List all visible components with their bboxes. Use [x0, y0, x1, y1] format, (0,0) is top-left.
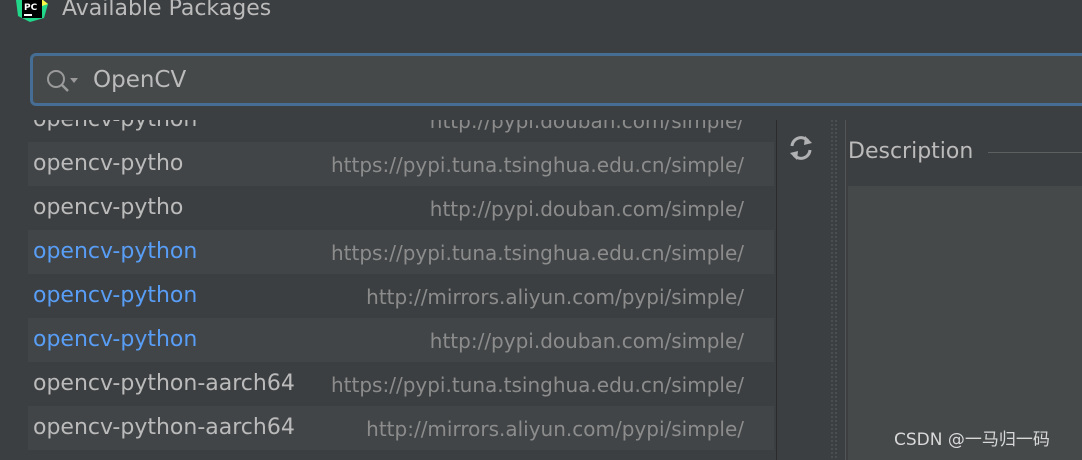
package-row[interactable]: opencv-pytho https://pypi.tuna.tsinghua.e…: [28, 142, 774, 186]
search-box[interactable]: [30, 53, 1082, 106]
package-repository: http://pypi.douban.com/simple/: [429, 197, 744, 221]
description-area: [848, 186, 1082, 460]
package-name: opencv-pytho: [33, 195, 184, 220]
package-row[interactable]: opencv-pytho http://pypi.douban.com/simpl…: [28, 186, 774, 230]
package-repository: http://pypi.douban.com/simple/: [429, 120, 744, 133]
package-row[interactable]: opencv-python http://mirrors.aliyun.com/p…: [28, 274, 774, 318]
package-row[interactable]: opencv-python http://pypi.douban.com/simp…: [28, 120, 774, 142]
package-name: opencv-python: [33, 283, 198, 308]
list-toolbar: [776, 120, 825, 460]
app-icon-text: PC: [24, 3, 38, 13]
pycharm-app-icon: PC: [16, 0, 48, 22]
package-name: opencv-python: [33, 327, 198, 352]
package-row[interactable]: opencv-python-aarch64 https://pypi.tuna.t…: [28, 362, 774, 406]
refresh-icon[interactable]: [787, 134, 815, 162]
package-row[interactable]: opencv-python-aarch64 http://mirrors.aliy…: [28, 406, 774, 450]
package-name: opencv-python: [33, 239, 198, 264]
package-name: opencv-python-aarch64: [33, 371, 295, 396]
package-repository: http://mirrors.aliyun.com/pypi/simple/: [366, 285, 744, 309]
search-input[interactable]: [93, 64, 1073, 96]
package-list[interactable]: opencv-python http://pypi.douban.com/simp…: [28, 120, 774, 460]
description-separator: [988, 152, 1082, 153]
package-name: opencv-pytho: [33, 151, 184, 176]
splitter-handle[interactable]: [829, 120, 841, 460]
package-name: opencv-python-aarch64: [33, 415, 295, 440]
window-title: Available Packages: [62, 0, 272, 21]
package-repository: https://pypi.tuna.tsinghua.edu.cn/simple…: [331, 373, 744, 397]
package-repository: http://mirrors.aliyun.com/pypi/simple/: [366, 417, 744, 441]
description-label: Description: [848, 139, 974, 164]
package-repository: http://pypi.douban.com/simple/: [429, 329, 744, 353]
details-panel: Description: [845, 120, 1082, 460]
package-name: opencv-python: [33, 120, 197, 134]
package-repository: https://pypi.tuna.tsinghua.edu.cn/simple…: [331, 153, 744, 177]
package-repository: https://pypi.tuna.tsinghua.edu.cn/simple…: [331, 241, 744, 265]
package-row[interactable]: opencv-python https://pypi.tuna.tsinghua.…: [28, 230, 774, 274]
package-row[interactable]: opencv-python http://pypi.douban.com/simp…: [28, 318, 774, 362]
window-titlebar: PC Available Packages: [0, 0, 1082, 40]
search-icon[interactable]: [45, 68, 79, 94]
watermark: CSDN @一马归一码: [894, 430, 1050, 450]
